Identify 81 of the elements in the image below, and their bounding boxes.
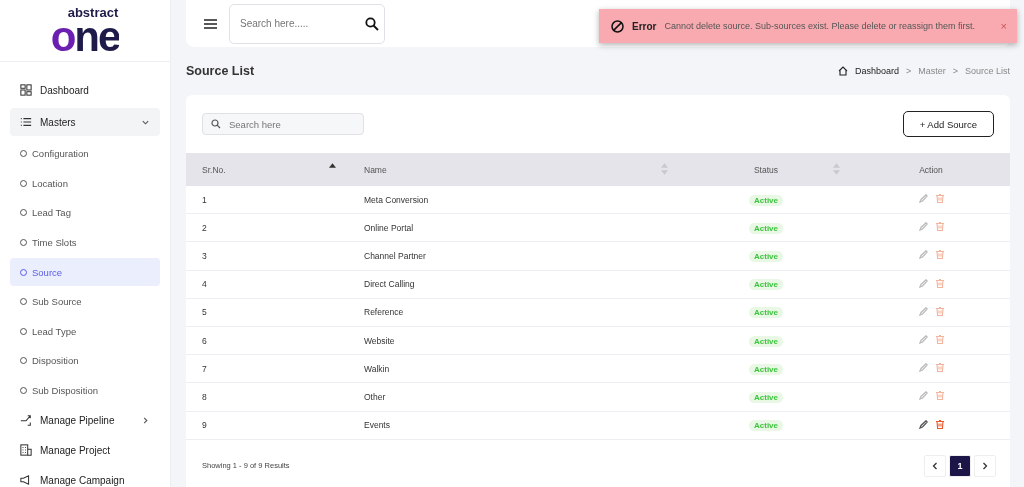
pencil-icon[interactable] bbox=[918, 419, 928, 429]
trash-icon[interactable] bbox=[935, 306, 944, 316]
search-field[interactable]: Search here..... bbox=[229, 3, 385, 44]
chevron-right-icon bbox=[981, 461, 989, 470]
prohibited-icon bbox=[611, 19, 624, 33]
status-badge: Active bbox=[749, 335, 783, 347]
sidebar-item[interactable]: Masters bbox=[10, 108, 160, 136]
chevron-icon bbox=[141, 415, 150, 425]
previous-page-button[interactable] bbox=[924, 454, 946, 477]
chevron-left-icon bbox=[931, 461, 939, 470]
toast-title: Error bbox=[632, 20, 657, 32]
table-cell: 6 bbox=[186, 326, 348, 355]
table-cell: 9 bbox=[186, 411, 348, 440]
status-badge: Active bbox=[749, 420, 783, 432]
table-cell: 7 bbox=[186, 354, 348, 383]
table-cell: 2 bbox=[186, 213, 348, 242]
building-icon bbox=[20, 444, 32, 457]
search-icon bbox=[211, 119, 221, 129]
toast-message: Cannot delete source. Sub-sources exist. Please delete or reassign them first. bbox=[664, 21, 977, 31]
trash-icon[interactable] bbox=[935, 363, 944, 373]
page-title: Source List bbox=[186, 64, 255, 78]
column-header[interactable]: Status bbox=[680, 153, 852, 186]
sidebar-subitem[interactable]: Configuration bbox=[10, 140, 160, 168]
sidebar-subitem[interactable]: Lead Tag bbox=[10, 199, 160, 227]
next-page-button[interactable] bbox=[974, 454, 996, 477]
sidebar-item[interactable]: Manage Project bbox=[10, 436, 160, 465]
table-cell: Reference bbox=[348, 298, 680, 327]
table-cell: Direct Calling bbox=[348, 270, 680, 299]
column-header: Action bbox=[852, 153, 1010, 186]
table-cell: Events bbox=[348, 411, 680, 440]
table-cell: 4 bbox=[186, 270, 348, 299]
breadcrumb-separator: > bbox=[952, 66, 958, 76]
status-badge: Active bbox=[749, 391, 783, 403]
sidebar-subitem[interactable]: Time Slots bbox=[10, 228, 160, 257]
column-header[interactable]: Name bbox=[348, 153, 680, 186]
trash-icon[interactable] bbox=[935, 222, 944, 232]
table-cell: 8 bbox=[186, 382, 348, 411]
breadcrumb-separator: > bbox=[905, 66, 912, 76]
sidebar-item[interactable]: Manage Campaign bbox=[10, 466, 160, 487]
table-cell: Walkin bbox=[348, 354, 680, 383]
search-field[interactable]: Search here bbox=[202, 113, 364, 135]
column-header[interactable]: Sr.No. bbox=[186, 153, 348, 186]
grid-icon bbox=[20, 84, 32, 96]
logo-text: abstract bbox=[67, 6, 119, 19]
status-badge: Active bbox=[749, 307, 783, 319]
sidebar-item[interactable]: Dashboard bbox=[10, 76, 160, 104]
table-cell: Meta Conversion bbox=[348, 186, 680, 214]
breadcrumb-link[interactable]: Dashboard bbox=[854, 66, 899, 76]
sidebar-subitem[interactable]: Sub Disposition bbox=[10, 376, 160, 405]
status-badge: Active bbox=[749, 222, 783, 234]
table-cell: Online Portal bbox=[348, 213, 680, 242]
search-icon[interactable] bbox=[365, 16, 379, 31]
table-cell: Website bbox=[348, 326, 680, 355]
status-badge: Active bbox=[749, 279, 783, 291]
sidebar-subitem[interactable]: Location bbox=[10, 169, 160, 198]
megaphone-icon bbox=[20, 474, 32, 487]
page-button[interactable]: 1 bbox=[949, 454, 971, 477]
trash-icon[interactable] bbox=[935, 419, 944, 429]
sidebar-subitem[interactable]: Source bbox=[10, 258, 160, 286]
sidebar-subitem[interactable]: Disposition bbox=[10, 347, 160, 375]
menu-icon[interactable] bbox=[204, 18, 217, 29]
trash-icon[interactable] bbox=[935, 250, 944, 260]
sidebar-item[interactable]: Manage Pipeline bbox=[10, 406, 160, 435]
trash-icon[interactable] bbox=[935, 335, 944, 345]
trash-icon[interactable] bbox=[935, 194, 944, 204]
list-icon bbox=[20, 116, 32, 128]
status-badge: Active bbox=[749, 250, 783, 262]
sidebar-subitem[interactable]: Lead Type bbox=[10, 317, 160, 346]
status-badge: Active bbox=[749, 194, 783, 206]
table-cell: 5 bbox=[186, 298, 348, 327]
branch-icon bbox=[20, 414, 32, 427]
add-source-button[interactable]: + Add Source bbox=[902, 111, 994, 137]
sidebar-subitem[interactable]: Sub Source bbox=[10, 287, 160, 316]
trash-icon[interactable] bbox=[935, 391, 944, 401]
table-cell: 1 bbox=[186, 186, 348, 214]
table-cell: Other bbox=[348, 382, 680, 411]
status-badge: Active bbox=[749, 363, 783, 375]
table-cell: Channel Partner bbox=[348, 241, 680, 271]
home-icon bbox=[837, 66, 848, 76]
table-cell: 3 bbox=[186, 241, 348, 271]
trash-icon[interactable] bbox=[935, 278, 944, 288]
